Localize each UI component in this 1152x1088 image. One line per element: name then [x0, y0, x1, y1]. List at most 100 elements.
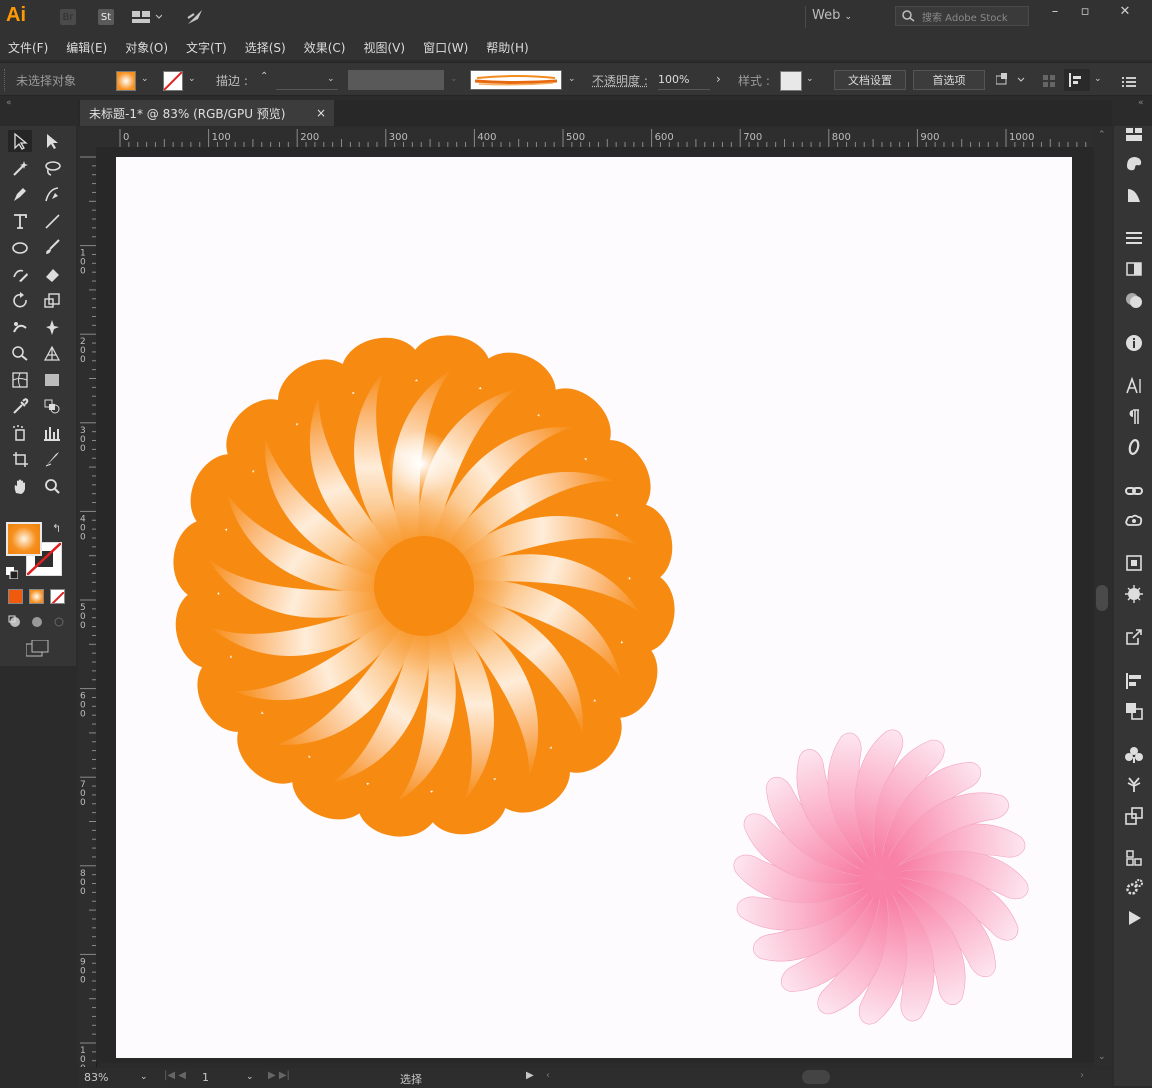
vertical-scroll-thumb[interactable] [1096, 585, 1108, 611]
workspace-switcher[interactable]: Web ⌄ [812, 8, 852, 23]
play-icon[interactable] [1124, 908, 1144, 928]
layers-icon[interactable] [1124, 848, 1144, 868]
screen-mode-icon[interactable] [25, 639, 50, 662]
last-artboard-icon[interactable]: ▶ ▶| [268, 1070, 290, 1081]
horizontal-ruler[interactable]: 0 100 200 300 400 500 600 700 800 900 1000 [96, 127, 1112, 148]
perspective-grid-tool-icon[interactable] [40, 342, 64, 364]
asset-export-icon[interactable] [1124, 553, 1144, 573]
chevron-down-icon[interactable]: ⌄ [806, 74, 814, 84]
menu-help[interactable]: 帮助(H) [486, 39, 528, 56]
pathfinder-icon[interactable] [1124, 701, 1144, 721]
menu-window[interactable]: 窗口(W) [423, 39, 468, 56]
menu-file[interactable]: 文件(F) [8, 39, 48, 56]
artboard-number[interactable]: 1 [202, 1071, 209, 1084]
slice-tool-icon[interactable] [40, 448, 64, 470]
pink-flower[interactable] [728, 724, 1035, 1031]
scroll-left-icon[interactable]: ‹ [546, 1070, 550, 1081]
opacity-label[interactable]: 不透明度 : [592, 72, 648, 89]
menu-view[interactable]: 视图(V) [363, 39, 405, 56]
rotate-tool-icon[interactable] [8, 289, 32, 311]
type-tool-icon[interactable] [8, 210, 32, 232]
chevron-down-icon[interactable]: ⌄ [450, 74, 458, 84]
info-icon[interactable] [1124, 333, 1144, 353]
blend-tool-icon[interactable] [40, 395, 64, 417]
collapse-toolbox-icon[interactable]: « [6, 98, 12, 108]
selection-tool-icon[interactable] [8, 130, 32, 152]
hand-tool-icon[interactable] [8, 475, 32, 497]
document-tab[interactable]: 未标题-1* @ 83% (RGB/GPU 预览) × [80, 100, 334, 126]
draw-behind-icon[interactable] [30, 614, 44, 633]
maximize-button[interactable]: ▫ [1074, 4, 1096, 20]
pen-tool-icon[interactable] [8, 183, 32, 205]
scroll-right-icon[interactable]: › [1080, 1070, 1084, 1081]
scroll-up-icon[interactable]: ⌃ [1098, 130, 1106, 140]
lasso-tool-icon[interactable] [40, 157, 64, 179]
artboard[interactable] [116, 157, 1072, 1058]
vertical-ruler[interactable]: 100 200 300 400 500 600 700 800 900 1000 [78, 147, 97, 1083]
shaper-tool-icon[interactable] [8, 263, 32, 285]
menu-object[interactable]: 对象(O) [125, 39, 168, 56]
chevron-down-icon[interactable]: ⌄ [188, 74, 196, 84]
status-menu-icon[interactable]: ▶ [526, 1070, 534, 1081]
close-window-button[interactable]: ✕ [1114, 4, 1136, 20]
default-fill-stroke-icon[interactable] [6, 564, 19, 583]
chevron-down-icon[interactable]: ⌄ [246, 1072, 254, 1082]
warp-tool-icon[interactable] [8, 316, 32, 338]
artboard-tool-icon[interactable] [8, 448, 32, 470]
zoom-level[interactable]: 83% [84, 1071, 108, 1084]
links-icon[interactable] [1124, 481, 1144, 501]
panel-menu-icon[interactable] [1122, 73, 1136, 92]
chevron-down-icon[interactable]: ⌄ [141, 74, 149, 84]
preferences-button[interactable]: 首选项 [913, 70, 985, 90]
direct-selection-tool-icon[interactable] [40, 130, 64, 152]
menu-select[interactable]: 选择(S) [245, 39, 286, 56]
stock-button[interactable]: St [98, 9, 114, 25]
stroke-stepper[interactable]: ⌃ [260, 71, 268, 82]
stroke-swatch[interactable] [163, 71, 183, 91]
appearance-icon[interactable] [1124, 584, 1144, 604]
paintbrush-tool-icon[interactable] [40, 236, 64, 258]
opacity-expand-icon[interactable]: › [716, 72, 721, 86]
opacity-input[interactable]: 100% [658, 70, 710, 90]
libraries-icon[interactable] [1124, 125, 1144, 145]
menu-type[interactable]: 文字(T) [186, 39, 227, 56]
gpu-performance-icon[interactable] [186, 8, 204, 30]
align-icon[interactable] [1124, 671, 1144, 691]
magic-wand-tool-icon[interactable] [8, 157, 32, 179]
horizontal-scroll-thumb[interactable] [802, 1070, 830, 1084]
bridge-button[interactable]: Br [60, 9, 76, 25]
isolate-icon[interactable] [1042, 73, 1056, 92]
draw-normal-icon[interactable] [8, 614, 22, 633]
gradient-tool-icon[interactable] [40, 369, 64, 391]
chevron-down-icon[interactable]: ⌄ [568, 74, 576, 84]
brushes-icon[interactable] [1124, 774, 1144, 794]
collapse-panels-icon[interactable]: « [1138, 98, 1144, 108]
stock-search-input[interactable]: 搜索 Adobe Stock [895, 6, 1029, 26]
character-icon[interactable] [1124, 376, 1144, 396]
symbol-sprayer-tool-icon[interactable] [8, 422, 32, 444]
transform-icon[interactable] [1124, 806, 1144, 826]
zoom-tool-icon[interactable] [40, 475, 64, 497]
chevron-down-icon[interactable]: ⌄ [1094, 74, 1102, 84]
close-tab-button[interactable]: × [316, 106, 326, 120]
none-mode-button[interactable] [50, 589, 65, 604]
gradient-icon[interactable] [1124, 259, 1144, 279]
color-guide-icon[interactable] [1124, 185, 1144, 205]
chevron-down-icon[interactable]: ⌄ [327, 74, 335, 84]
control-bar-grip[interactable] [4, 69, 7, 91]
gradient-mode-button[interactable] [29, 589, 44, 604]
scale-tool-icon[interactable] [40, 289, 64, 311]
draw-inside-icon[interactable] [52, 614, 66, 633]
menu-edit[interactable]: 编辑(E) [66, 39, 107, 56]
cc-libraries-icon[interactable] [1124, 511, 1144, 531]
column-graph-tool-icon[interactable] [40, 422, 64, 444]
fill-color-box-front[interactable] [6, 522, 42, 556]
color-mode-button[interactable] [8, 589, 23, 604]
eraser-tool-icon[interactable] [40, 263, 64, 285]
transparency-icon[interactable] [1124, 290, 1144, 310]
opentype-icon[interactable] [1124, 437, 1144, 457]
first-artboard-icon[interactable]: |◀ ◀ [164, 1070, 186, 1081]
ruler-origin[interactable] [78, 127, 96, 147]
minimize-button[interactable]: – [1044, 4, 1066, 20]
curvature-tool-icon[interactable] [40, 183, 64, 205]
